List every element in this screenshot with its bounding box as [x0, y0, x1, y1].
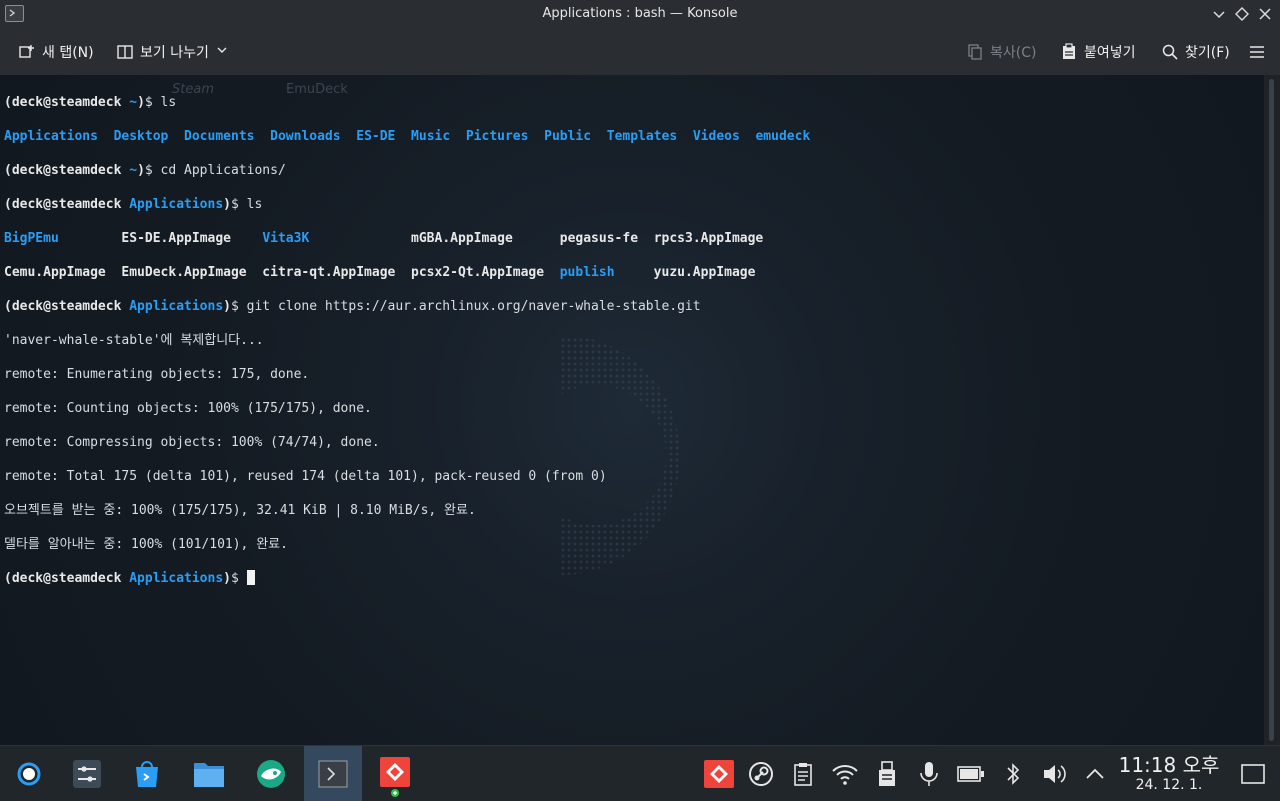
- chevron-down-icon: [215, 43, 229, 61]
- bluetooth-icon[interactable]: [998, 760, 1028, 788]
- terminal-view[interactable]: EmuDeck Steam (deck@steamdeck ~)$ ls App…: [0, 75, 1264, 745]
- copy-label: 복사(C): [990, 45, 1037, 61]
- steam-tray-icon[interactable]: [746, 760, 776, 788]
- find-button[interactable]: 찾기(F): [1161, 40, 1230, 64]
- terminal-line: (deck@steamdeck Applications)$ git clone…: [4, 299, 701, 314]
- anydesk-tray-icon[interactable]: [704, 760, 734, 788]
- terminal-output: (deck@steamdeck ~)$ ls Applications Desk…: [4, 77, 810, 621]
- discover-store-icon[interactable]: [118, 746, 176, 801]
- window-title: Applications : bash — Konsole: [542, 6, 738, 21]
- dolphin-files-icon[interactable]: [180, 746, 238, 801]
- anydesk-icon[interactable]: [366, 746, 424, 801]
- tray-expand-icon[interactable]: [1080, 760, 1110, 788]
- copy-icon: [966, 43, 984, 61]
- konsole-toolbar: 새 탭(N) 보기 나누기 복사(C) 붙여넣기 찾기(F): [0, 29, 1280, 76]
- konsole-icon[interactable]: [304, 746, 362, 801]
- taskbar: 11:18 오후 24. 12. 1.: [0, 745, 1280, 801]
- usb-storage-icon[interactable]: [872, 760, 902, 788]
- close-icon[interactable]: [1255, 4, 1275, 24]
- new-tab-label: 새 탭(N): [42, 45, 94, 61]
- paste-button[interactable]: 붙여넣기: [1060, 40, 1136, 64]
- split-view-label: 보기 나누기: [140, 45, 209, 61]
- new-tab-button[interactable]: 새 탭(N): [18, 40, 94, 64]
- maximize-icon[interactable]: [1232, 4, 1252, 24]
- terminal-line: remote: Total 175 (delta 101), reused 17…: [4, 469, 607, 484]
- terminal-line: (deck@steamdeck Applications)$ ls: [4, 197, 263, 212]
- clipboard-icon[interactable]: [788, 760, 818, 788]
- show-desktop-icon[interactable]: [1238, 760, 1268, 788]
- terminal-line: remote: Counting objects: 100% (175/175)…: [4, 401, 372, 416]
- terminal-line: 델타를 알아내는 중: 100% (101/101), 완료.: [4, 537, 288, 552]
- terminal-line: (deck@steamdeck ~)$ ls: [4, 95, 177, 110]
- copy-button[interactable]: 복사(C): [966, 40, 1036, 64]
- minimize-icon[interactable]: [1209, 4, 1229, 24]
- paste-icon: [1060, 43, 1078, 61]
- window-titlebar[interactable]: Applications : bash — Konsole: [0, 0, 1280, 29]
- clock-time: 11:18 오후: [1118, 753, 1220, 777]
- ls-output-row: BigPEmu ES-DE.AppImage Vita3K mGBA.AppIm…: [4, 231, 764, 246]
- paste-label: 붙여넣기: [1084, 45, 1136, 61]
- naver-whale-icon[interactable]: [242, 746, 300, 801]
- clock-date: 24. 12. 1.: [1135, 777, 1203, 793]
- steam-deck-menu-icon[interactable]: [0, 746, 58, 801]
- scrollbar-thumb[interactable]: [1269, 79, 1274, 741]
- terminal-line: remote: Enumerating objects: 175, done.: [4, 367, 310, 382]
- search-icon: [1161, 43, 1179, 61]
- new-tab-icon: [18, 43, 36, 61]
- hamburger-menu-button[interactable]: [1248, 40, 1266, 64]
- taskbar-clock[interactable]: 11:18 오후 24. 12. 1.: [1114, 754, 1224, 794]
- terminal-line: remote: Compressing objects: 100% (74/74…: [4, 435, 380, 450]
- battery-icon[interactable]: [956, 760, 986, 788]
- terminal-cursor: [246, 570, 255, 585]
- terminal-scrollbar[interactable]: [1264, 75, 1280, 745]
- hamburger-menu-icon: [1248, 43, 1266, 61]
- terminal-line: 오브젝트를 받는 중: 100% (175/175), 32.41 KiB | …: [4, 503, 476, 518]
- split-view-icon: [116, 43, 134, 61]
- terminal-line: (deck@steamdeck ~)$ cd Applications/: [4, 163, 286, 178]
- terminal-line: 'naver-whale-stable'에 복제합니다...: [4, 333, 264, 348]
- ls-output-row: Cemu.AppImage EmuDeck.AppImage citra-qt.…: [4, 265, 756, 280]
- find-label: 찾기(F): [1185, 45, 1230, 61]
- ls-output-row: Applications Desktop Documents Downloads…: [4, 129, 811, 144]
- microphone-icon[interactable]: [914, 760, 944, 788]
- wifi-icon[interactable]: [830, 760, 860, 788]
- terminal-line: (deck@steamdeck Applications)$: [4, 570, 810, 587]
- volume-icon[interactable]: [1040, 760, 1070, 788]
- system-settings-icon[interactable]: [58, 746, 116, 801]
- split-view-button[interactable]: 보기 나누기: [116, 40, 229, 64]
